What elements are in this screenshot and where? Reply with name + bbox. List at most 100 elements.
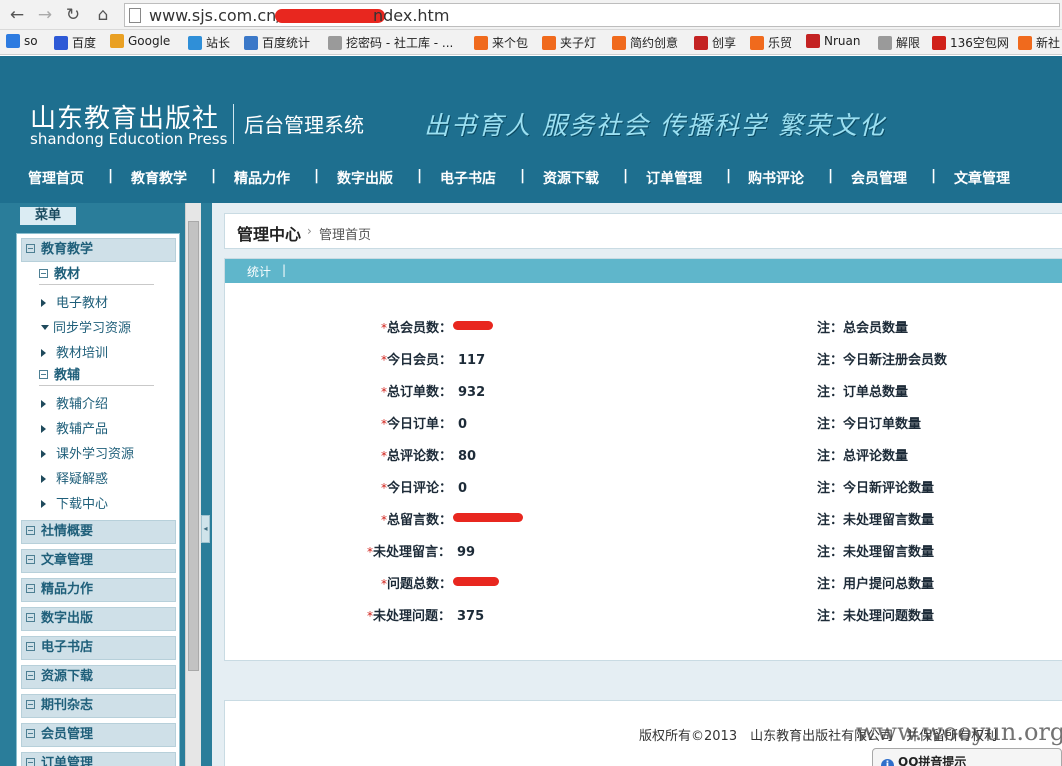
sidebar-cat-label: 社情概要: [41, 524, 94, 539]
nav-separator: |: [211, 168, 217, 184]
logo-english: shandong Educotion Press: [30, 130, 228, 148]
bookmark-item[interactable]: Nruan: [806, 34, 860, 48]
sidebar-item-qa[interactable]: 释疑解惑: [41, 468, 108, 487]
bookmark-item[interactable]: 百度统计: [244, 34, 310, 51]
sidebar-cat[interactable]: 数字出版: [21, 607, 176, 631]
tab-statistics[interactable]: 统计: [247, 263, 271, 280]
sidebar-cat-label: 期刊杂志: [41, 698, 94, 713]
sidebar-cat[interactable]: 文章管理: [21, 549, 176, 573]
nav-item[interactable]: 订单管理: [646, 168, 702, 188]
stat-row: *未处理留言： 99: [367, 541, 475, 560]
sidebar-cat-label: 会员管理: [41, 727, 94, 742]
sidebar-item-textbook-training[interactable]: 教材培训: [41, 342, 108, 361]
sidebar: 菜单 教育教学 教材 电子教材 同步学习资源 教材培训 教辅 教辅介绍 教辅产品…: [0, 203, 212, 766]
sidebar-cat-label: 数字出版: [41, 611, 94, 626]
nav-item[interactable]: 电子书店: [440, 168, 496, 188]
stat-value: 0: [458, 417, 468, 432]
bookmark-label: 站长: [206, 36, 231, 50]
bookmark-item[interactable]: 挖密码 - 社工库 - ...: [328, 34, 453, 51]
bookmark-item[interactable]: 136空包网: [932, 34, 1009, 51]
sidebar-item-label: 下载中心: [56, 497, 109, 512]
nav-item[interactable]: 文章管理: [954, 168, 1010, 188]
stat-row: *未处理问题： 375: [367, 605, 484, 624]
bookmark-item[interactable]: 百度: [54, 34, 96, 51]
reload-icon[interactable]: ↻: [62, 4, 84, 26]
sidebar-cat[interactable]: 订单管理: [21, 752, 176, 766]
nav-item[interactable]: 资源下载: [543, 168, 599, 188]
nav-separator: |: [623, 168, 629, 184]
sidebar-cat-education[interactable]: 教育教学: [21, 238, 176, 262]
sidebar-sub-textbook[interactable]: 教材: [39, 265, 154, 285]
sidebar-item-ebook[interactable]: 电子教材: [41, 292, 108, 311]
sidebar-cat[interactable]: 期刊杂志: [21, 694, 176, 718]
collapse-box-icon: [26, 642, 35, 651]
stat-row: *总订单数： 932: [381, 381, 485, 400]
sidebar-item-label: 教辅产品: [56, 422, 109, 437]
menu-tab[interactable]: 菜单: [20, 207, 76, 225]
sidebar-sub-auxiliary[interactable]: 教辅: [39, 366, 154, 386]
sidebar-scrollbar[interactable]: [185, 203, 201, 766]
collapse-box-icon: [26, 700, 35, 709]
bookmark-item[interactable]: 简约创意: [612, 34, 678, 51]
sidebar-item-label: 电子教材: [56, 296, 109, 311]
qq-popup-label: QQ拼音提示: [898, 755, 967, 766]
sidebar-cat-label: 教育教学: [41, 242, 94, 257]
bookmark-label: 来个包: [492, 36, 529, 50]
bookmark-item[interactable]: 夹子灯: [542, 34, 596, 51]
bookmark-item[interactable]: so: [6, 34, 38, 48]
page: ← → ↻ ⌂ www.sjs.com.cn/ ndex.htm so 百度 Goo…: [0, 0, 1062, 766]
collapse-box-icon: [26, 671, 35, 680]
bookmark-favicon-icon: [474, 36, 488, 50]
back-arrow-icon[interactable]: ←: [6, 4, 28, 26]
triangle-right-icon: [41, 450, 46, 458]
sidebar-collapse-handle[interactable]: ◂: [201, 515, 210, 543]
qq-pinyin-popup[interactable]: i QQ拼音提示: [872, 748, 1062, 766]
collapse-box-icon: [26, 584, 35, 593]
scrollbar-thumb[interactable]: [188, 221, 199, 671]
sidebar-item-download-center[interactable]: 下载中心: [41, 493, 108, 512]
bookmark-item[interactable]: 创享: [694, 34, 736, 51]
stat-note: 注：今日新评论数量: [817, 481, 935, 496]
nav-item[interactable]: 管理首页: [28, 168, 84, 188]
sidebar-cat[interactable]: 会员管理: [21, 723, 176, 747]
bookmark-item[interactable]: 乐贸: [750, 34, 792, 51]
nav-item[interactable]: 精品力作: [234, 168, 290, 188]
sidebar-cat[interactable]: 电子书店: [21, 636, 176, 660]
nav-item[interactable]: 数字出版: [337, 168, 393, 188]
bookmark-favicon-icon: [54, 36, 68, 50]
address-bar[interactable]: www.sjs.com.cn/ ndex.htm: [124, 3, 1060, 27]
breadcrumb-current[interactable]: 管理首页: [319, 224, 371, 243]
bookmark-label: so: [24, 34, 38, 48]
home-icon[interactable]: ⌂: [92, 4, 114, 26]
sidebar-cat[interactable]: 资源下载: [21, 665, 176, 689]
triangle-right-icon: [41, 500, 46, 508]
bookmark-item[interactable]: 站长: [188, 34, 230, 51]
nav-item[interactable]: 会员管理: [851, 168, 907, 188]
bookmarks-bar: so 百度 Google 站长 百度统计 挖密码 - 社工库 - ... 来个包 夹子灯 简约创…: [0, 30, 1062, 55]
main-nav: 管理首页 | 教育教学 | 精品力作 | 数字出版 | 电子书店 | 资源下载 | 订单管理 | 购书评论 |…: [0, 166, 1062, 190]
sidebar-item-aux-products[interactable]: 教辅产品: [41, 418, 108, 437]
bookmark-label: 百度统计: [262, 36, 311, 50]
forward-arrow-icon[interactable]: →: [34, 4, 56, 26]
stat-label: 今日订单：: [387, 417, 453, 432]
stat-label: 总留言数：: [387, 513, 453, 528]
stat-row: *总留言数：: [381, 509, 458, 528]
nav-separator: |: [314, 168, 320, 184]
nav-item[interactable]: 购书评论: [748, 168, 804, 188]
bookmark-item[interactable]: 新社: [1018, 34, 1060, 51]
sidebar-item-sync-resources[interactable]: 同步学习资源: [41, 317, 131, 336]
sidebar-cat[interactable]: 精品力作: [21, 578, 176, 602]
sidebar-item-extracurricular[interactable]: 课外学习资源: [41, 443, 134, 462]
stat-label: 今日会员：: [387, 353, 453, 368]
triangle-right-icon: [41, 299, 46, 307]
nav-item[interactable]: 教育教学: [131, 168, 187, 188]
sidebar-item-label: 释疑解惑: [56, 472, 109, 487]
sidebar-cat[interactable]: 社情概要: [21, 520, 176, 544]
bookmark-item[interactable]: 来个包: [474, 34, 528, 51]
bookmark-item[interactable]: 解限: [878, 34, 920, 51]
bookmark-item[interactable]: Google: [110, 34, 170, 48]
sidebar-item-aux-intro[interactable]: 教辅介绍: [41, 393, 108, 412]
collapse-box-icon: [26, 244, 35, 253]
bookmark-favicon-icon: [110, 34, 124, 48]
collapse-box-icon: [26, 613, 35, 622]
